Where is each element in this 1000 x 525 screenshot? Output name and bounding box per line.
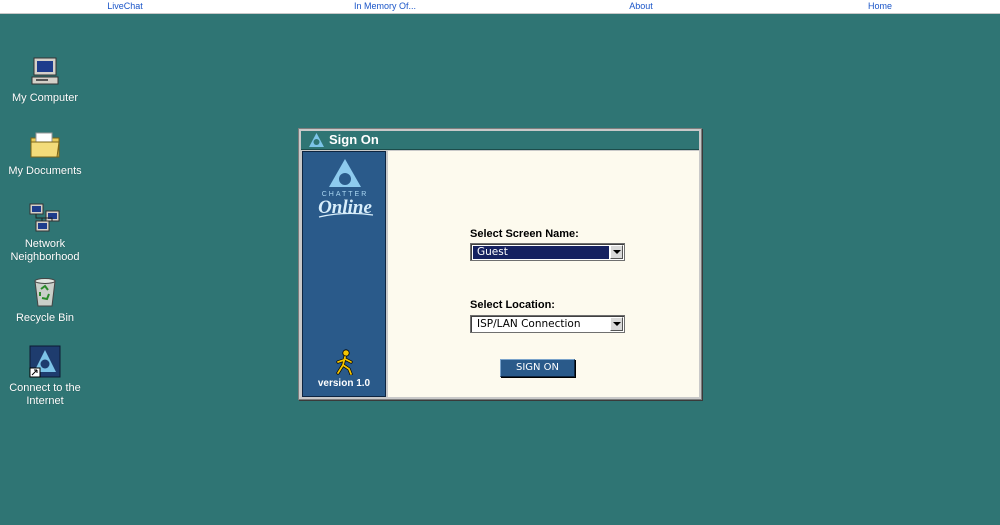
desktop-icon-recycle-bin[interactable]: Recycle Bin (0, 275, 90, 325)
window-titlebar[interactable]: Sign On (301, 131, 699, 150)
brand-panel: CHATTER Online version 1.0 (302, 151, 386, 397)
network-icon (29, 203, 60, 232)
chevron-down-icon[interactable] (610, 245, 623, 259)
chatter-online-logo-icon (309, 133, 324, 147)
nav-link-home[interactable]: Home (868, 1, 892, 12)
desktop-icon-label: Recycle Bin (15, 312, 75, 324)
screen-name-select[interactable]: Guest (470, 243, 625, 261)
desktop-icon-my-computer[interactable]: My Computer (0, 55, 90, 105)
sign-on-form: Select Screen Name: Guest Select Locatio… (388, 151, 699, 397)
running-man-icon (336, 349, 353, 375)
nav-link-about[interactable]: About (629, 1, 653, 12)
sign-on-window: Sign On CHATTER Online version 1.0 Selec… (298, 128, 702, 400)
chatter-online-logo: CHATTER Online (318, 159, 374, 218)
nav-link-livechat[interactable]: LiveChat (107, 1, 143, 12)
nav-link-in-memory-of[interactable]: In Memory Of... (354, 1, 416, 12)
logo-text-online: Online (318, 197, 372, 218)
window-title: Sign On (329, 132, 379, 147)
folder-icon (30, 132, 60, 158)
location-label: Select Location: (470, 299, 555, 311)
desktop-icon-my-documents[interactable]: My Documents (0, 128, 90, 178)
version-label: version 1.0 (317, 378, 371, 389)
screen-name-value: Guest (473, 246, 609, 259)
sign-on-button[interactable]: SIGN ON (500, 359, 575, 377)
top-navigation: LiveChat In Memory Of... About Home (0, 0, 1000, 14)
screen-name-label: Select Screen Name: (470, 228, 579, 240)
desktop-icon-label: My Documents (8, 165, 82, 177)
desktop-icon-network-neighborhood[interactable]: Network Neighborhood (0, 201, 90, 264)
recycle-bin-icon (34, 278, 56, 307)
desktop-icon-label: Network Neighborhood (10, 238, 80, 263)
location-value: ISP/LAN Connection (477, 318, 581, 330)
location-select[interactable]: ISP/LAN Connection (470, 315, 625, 333)
desktop-icon-label: Connect to the Internet (9, 382, 81, 407)
desktop-icon-connect-to-internet[interactable]: Connect to the Internet (0, 345, 90, 408)
chevron-down-icon[interactable] (610, 317, 623, 331)
chatter-online-shortcut-icon (29, 345, 61, 378)
computer-icon (31, 57, 59, 85)
desktop-icon-label: My Computer (11, 92, 79, 104)
